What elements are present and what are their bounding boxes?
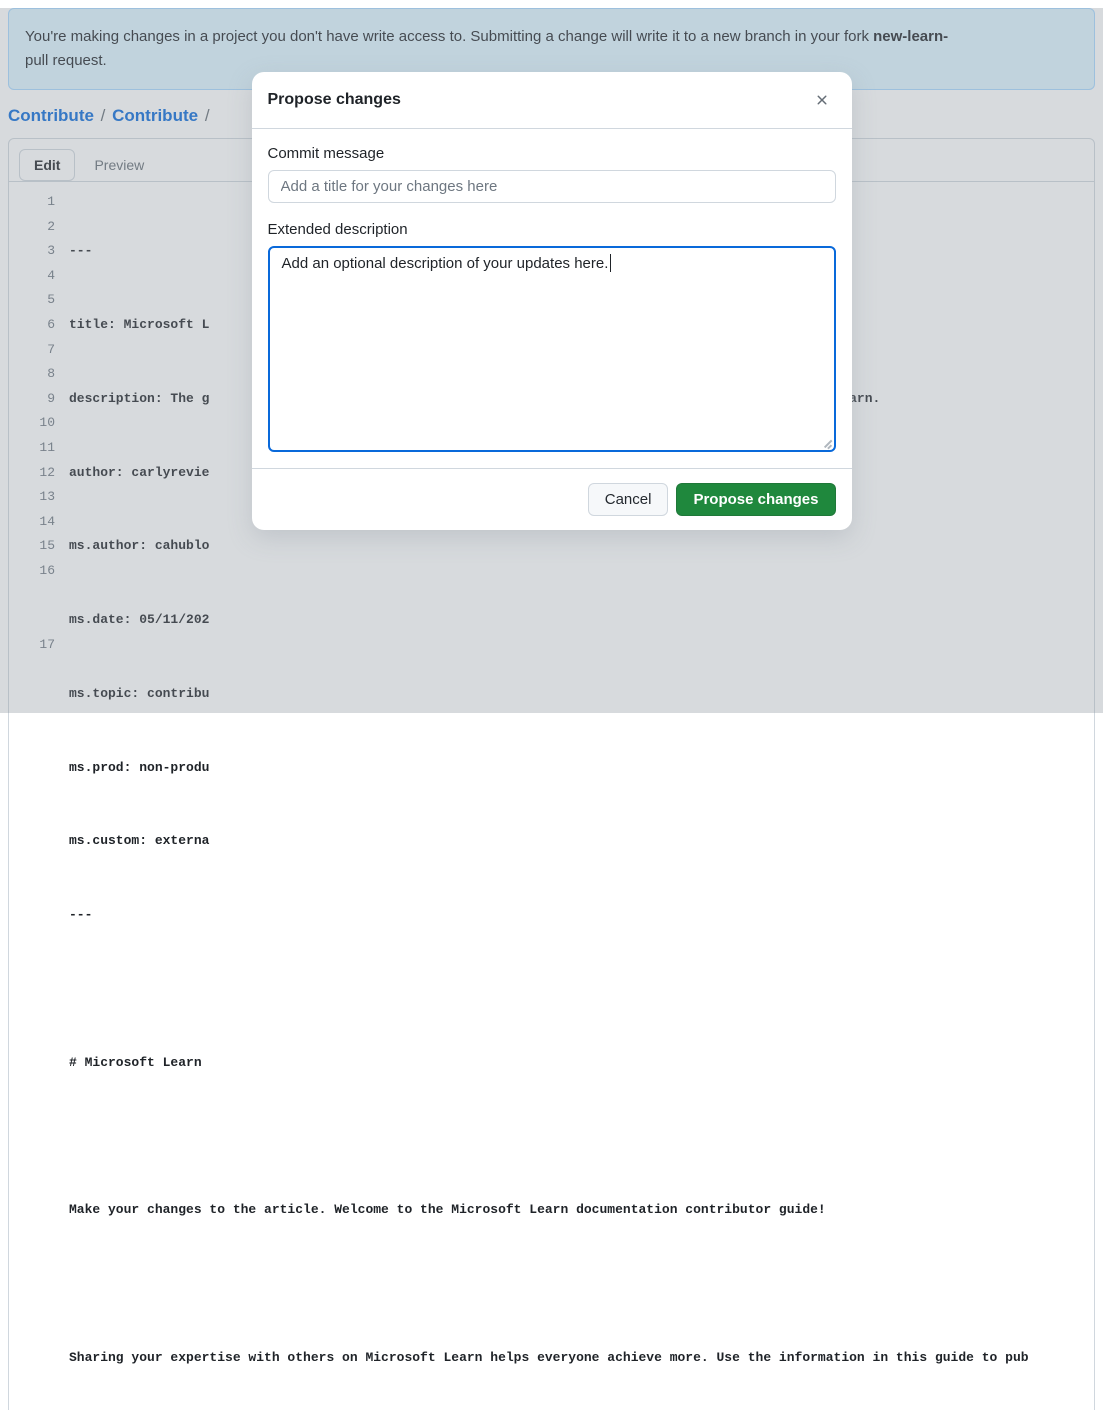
modal-footer: Cancel Propose changes bbox=[252, 469, 852, 530]
modal-overlay[interactable]: Propose changes Commit message Extended … bbox=[0, 8, 1103, 713]
commit-message-label: Commit message bbox=[268, 145, 836, 162]
extended-description-textarea[interactable]: Add an optional description of your upda… bbox=[268, 246, 836, 452]
cancel-button[interactable]: Cancel bbox=[588, 483, 669, 516]
propose-changes-modal: Propose changes Commit message Extended … bbox=[252, 72, 852, 530]
modal-title: Propose changes bbox=[268, 91, 401, 109]
resize-handle[interactable] bbox=[820, 436, 832, 448]
modal-header: Propose changes bbox=[252, 72, 852, 129]
propose-changes-button[interactable]: Propose changes bbox=[676, 483, 835, 516]
close-button[interactable] bbox=[808, 86, 836, 114]
close-icon bbox=[814, 92, 830, 108]
modal-body: Commit message Extended description Add … bbox=[252, 129, 852, 469]
commit-message-input[interactable] bbox=[268, 170, 836, 203]
extended-description-label: Extended description bbox=[268, 221, 836, 238]
text-cursor bbox=[610, 254, 611, 272]
